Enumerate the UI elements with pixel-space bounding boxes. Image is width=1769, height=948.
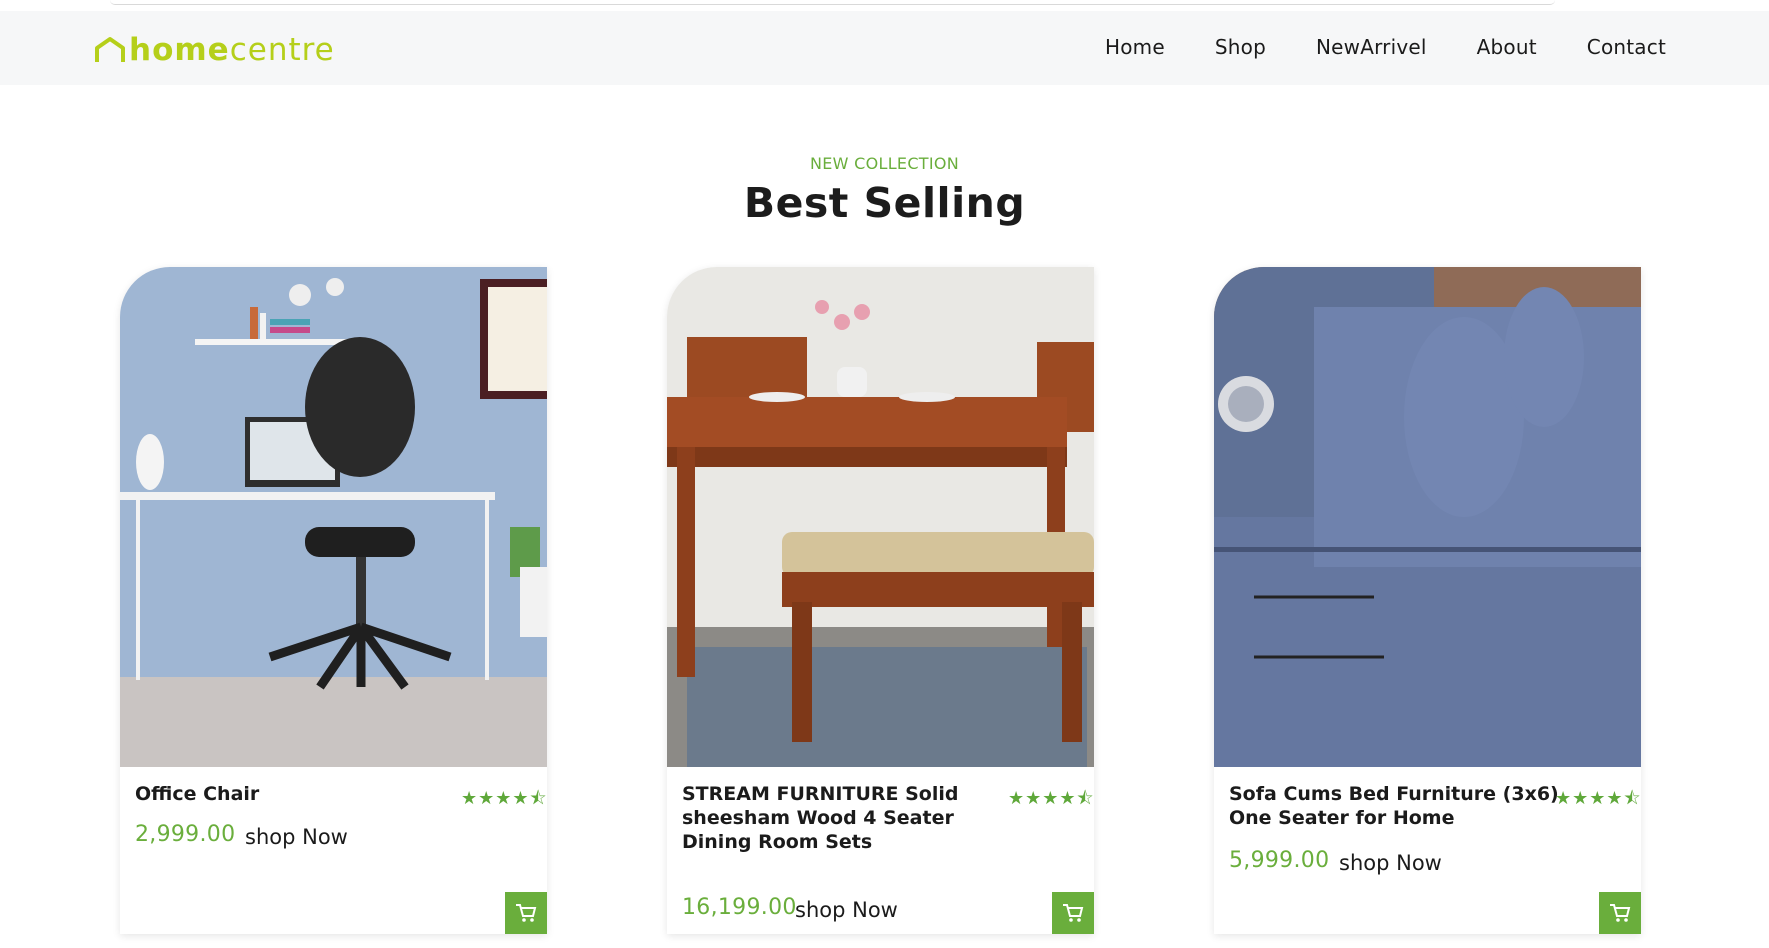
brand-logo[interactable]: home centre: [94, 32, 335, 68]
brand-name-centre: centre: [229, 32, 335, 68]
shop-now-link[interactable]: shop Now: [245, 825, 348, 849]
rating-stars: ★★★★⯪: [461, 788, 547, 809]
cart-icon: [516, 904, 537, 922]
shop-now-link[interactable]: shop Now: [795, 898, 898, 922]
product-title[interactable]: Office Chair: [135, 782, 465, 806]
add-to-cart-button[interactable]: [505, 892, 547, 934]
nav-home[interactable]: Home: [1105, 35, 1165, 59]
top-border: [110, 0, 1555, 5]
product-price: 16,199.00: [682, 895, 797, 920]
section-eyebrow: NEW COLLECTION: [809, 154, 960, 173]
product-price: 2,999.00: [135, 822, 236, 847]
sofa-bed-image[interactable]: [1214, 267, 1641, 767]
nav-new-arrival[interactable]: NewArrivel: [1316, 35, 1427, 59]
product-card-sofa-bed[interactable]: Sofa Cums Bed Furniture (3x6) One Seater…: [1214, 267, 1641, 934]
shop-now-link[interactable]: shop Now: [1339, 851, 1442, 875]
rating-stars: ★★★★⯪: [1008, 788, 1094, 809]
rating-stars: ★★★★⯪: [1555, 788, 1641, 809]
nav-about[interactable]: About: [1477, 35, 1537, 59]
nav-contact[interactable]: Contact: [1587, 35, 1666, 59]
house-logo-icon: [95, 37, 125, 62]
office-chair-image[interactable]: [120, 267, 547, 767]
brand-name-home: home: [129, 32, 230, 68]
cart-icon: [1063, 904, 1084, 922]
nav-shop[interactable]: Shop: [1215, 35, 1266, 59]
dining-set-image[interactable]: [667, 267, 1094, 767]
product-card-dining-set[interactable]: STREAM FURNITURE Solid sheesham Wood 4 S…: [667, 267, 1094, 934]
product-title[interactable]: STREAM FURNITURE Solid sheesham Wood 4 S…: [682, 782, 1012, 854]
cart-icon: [1610, 904, 1631, 922]
navbar: home centre Home Shop NewArrivel About Co…: [0, 11, 1769, 85]
product-card-office-chair[interactable]: Office Chair ★★★★⯪ 2,999.00 shop Now: [120, 267, 547, 934]
product-title[interactable]: Sofa Cums Bed Furniture (3x6) One Seater…: [1229, 782, 1559, 830]
add-to-cart-button[interactable]: [1599, 892, 1641, 934]
section-title: Best Selling: [743, 179, 1026, 227]
add-to-cart-button[interactable]: [1052, 892, 1094, 934]
main-nav: Home Shop NewArrivel About Contact: [1055, 35, 1666, 59]
product-price: 5,999.00: [1229, 848, 1330, 873]
